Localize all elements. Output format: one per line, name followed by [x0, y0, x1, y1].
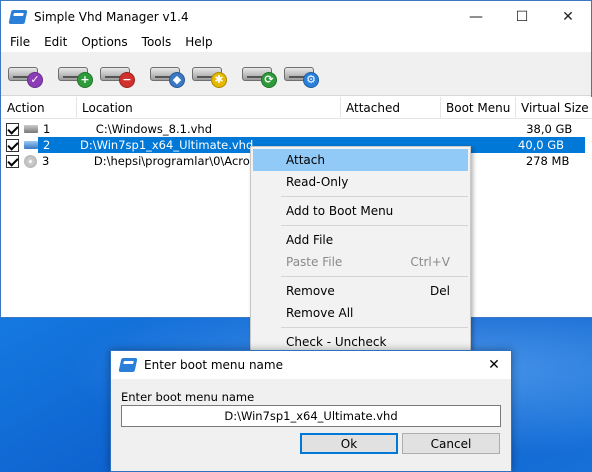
- title-bar[interactable]: Simple Vhd Manager v1.4 — ☐ ✕: [1, 1, 591, 32]
- column-location[interactable]: Location: [77, 97, 341, 119]
- context-menu: Attach Read-Only Add to Boot Menu Add Fi…: [250, 146, 471, 351]
- row-location: C:\Windows_8.1.vhd: [95, 122, 212, 136]
- row-checkbox[interactable]: [6, 122, 19, 136]
- drive-icon: [24, 141, 38, 149]
- menu-tools[interactable]: Tools: [135, 35, 179, 49]
- remove-all-label: Remove All: [286, 306, 354, 320]
- boot-name-label: Enter boot menu name: [121, 390, 255, 404]
- column-virtual-size[interactable]: Virtual Size: [516, 97, 592, 119]
- boot-name-input[interactable]: [121, 405, 501, 427]
- remove-label: Remove: [286, 284, 335, 298]
- app-icon: [118, 358, 138, 372]
- menu-item-remove[interactable]: Remove Del: [253, 280, 468, 302]
- toolbar-tools-button[interactable]: ⚙: [281, 56, 321, 92]
- menu-edit[interactable]: Edit: [37, 35, 74, 49]
- menu-item-paste-file: Paste File Ctrl+V: [253, 251, 468, 273]
- toolbar-refresh-button[interactable]: ⟳: [239, 56, 279, 92]
- row-number: 3: [42, 154, 50, 168]
- minimize-button[interactable]: —: [453, 1, 499, 32]
- dialog-title-bar[interactable]: Enter boot menu name ✕: [111, 351, 511, 379]
- toolbar-add-button[interactable]: +: [55, 56, 95, 92]
- attach-label: Attach: [286, 153, 325, 167]
- toolbar: ✓ + − ◆ ✱ ⟳ ⚙: [1, 52, 591, 96]
- remove-badge-icon: −: [119, 71, 135, 88]
- toolbar-remove-button[interactable]: −: [97, 56, 137, 92]
- toolbar-attach-button[interactable]: ◆: [147, 56, 187, 92]
- menu-separator: [281, 225, 468, 226]
- row-checkbox[interactable]: [6, 154, 19, 168]
- attach-badge-icon: ◆: [169, 71, 185, 88]
- disc-icon: [24, 154, 37, 168]
- dialog-title: Enter boot menu name: [144, 358, 283, 372]
- row-size: 40,0 GB: [513, 137, 585, 153]
- menu-item-add-file[interactable]: Add File: [253, 229, 468, 251]
- list-header: Action Location Attached Boot Menu Virtu…: [2, 97, 592, 119]
- row-size: 278 MB: [525, 154, 570, 168]
- menu-bar: File Edit Options Tools Help: [1, 32, 591, 52]
- menu-item-read-only[interactable]: Read-Only: [253, 171, 468, 193]
- row-attached: [349, 121, 447, 137]
- paste-file-label: Paste File: [286, 255, 343, 269]
- menu-help[interactable]: Help: [178, 35, 219, 49]
- close-button[interactable]: ✕: [545, 1, 591, 32]
- dialog-close-button[interactable]: ✕: [477, 351, 511, 379]
- refresh-badge-icon: ⟳: [261, 71, 277, 88]
- row-number: 1: [43, 122, 51, 136]
- drive-icon: [24, 125, 38, 133]
- add-badge-icon: +: [77, 71, 93, 88]
- menu-file[interactable]: File: [3, 35, 37, 49]
- boot-menu-name-dialog: Enter boot menu name ✕ Enter boot menu n…: [110, 350, 512, 472]
- maximize-button[interactable]: ☐: [499, 1, 545, 32]
- menu-item-add-to-boot-menu[interactable]: Add to Boot Menu: [253, 200, 468, 222]
- read-only-label: Read-Only: [286, 175, 349, 189]
- app-icon: [8, 9, 28, 24]
- menu-item-attach[interactable]: Attach: [253, 149, 468, 171]
- menu-separator: [281, 196, 468, 197]
- menu-item-remove-all[interactable]: Remove All: [253, 302, 468, 324]
- ok-button[interactable]: Ok: [300, 433, 398, 454]
- column-attached[interactable]: Attached: [341, 97, 441, 119]
- paste-shortcut: Ctrl+V: [410, 255, 450, 269]
- table-row[interactable]: 1 C:\Windows_8.1.vhd 38,0 GB: [2, 121, 592, 137]
- remove-shortcut: Del: [430, 284, 450, 298]
- row-number: 2: [38, 137, 75, 153]
- row-size: 38,0 GB: [526, 122, 573, 136]
- sparkle-badge-icon: ✱: [211, 71, 227, 88]
- menu-separator: [281, 276, 468, 277]
- column-boot-menu[interactable]: Boot Menu: [441, 97, 516, 119]
- row-checkbox[interactable]: [6, 138, 19, 152]
- toolbar-check-button[interactable]: ✓: [5, 56, 45, 92]
- check-badge-icon: ✓: [27, 71, 43, 88]
- menu-separator: [281, 327, 468, 328]
- row-boot-menu: [447, 121, 521, 137]
- cancel-button[interactable]: Cancel: [402, 433, 500, 454]
- tools-badge-icon: ⚙: [303, 71, 319, 88]
- add-file-label: Add File: [286, 233, 334, 247]
- menu-options[interactable]: Options: [74, 35, 134, 49]
- add-boot-label: Add to Boot Menu: [286, 204, 394, 218]
- column-action[interactable]: Action: [2, 97, 77, 119]
- window-title: Simple Vhd Manager v1.4: [34, 9, 189, 24]
- toolbar-boot-button[interactable]: ✱: [189, 56, 229, 92]
